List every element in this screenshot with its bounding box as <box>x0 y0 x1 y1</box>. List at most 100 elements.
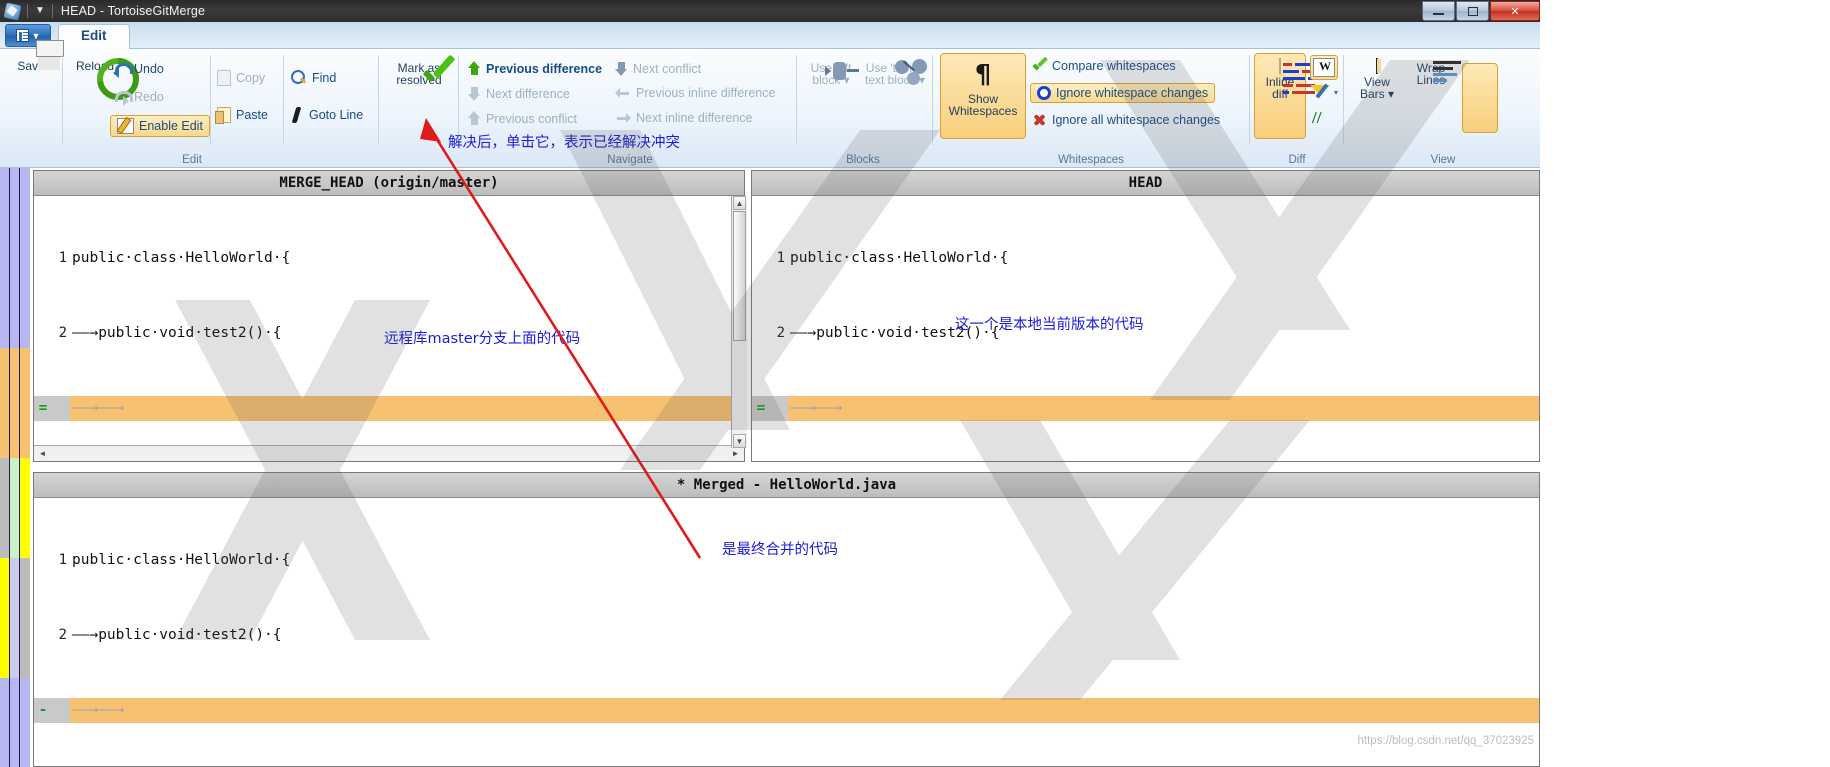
line-number: 1 <box>752 246 788 271</box>
annotation-left-pane: 远程库master分支上面的代码 <box>384 331 581 347</box>
code-line[interactable]: 1 public·class·HelloWorld·{ <box>34 246 744 271</box>
previous-difference-button[interactable]: Previous difference <box>468 61 602 76</box>
show-whitespaces-button[interactable]: ¶ Show Whitespaces <box>940 53 1026 139</box>
watermark-credit: https://blog.csdn.net/qq_37023925 <box>1357 735 1534 747</box>
view-bars-icon <box>1376 58 1378 74</box>
line-text: public·class·HelloWorld·{ <box>72 250 291 266</box>
chevron-down-icon: ▼ <box>31 30 41 41</box>
compare-whitespaces-button[interactable]: Compare whitespaces <box>1032 59 1176 73</box>
line-text: ——→——→ <box>72 702 125 718</box>
undo-button[interactable]: Undo <box>113 61 164 78</box>
chevron-down-icon[interactable]: ▼ <box>35 6 45 16</box>
pane-merged: * Merged - HelloWorld.java 1 public·clas… <box>33 472 1540 767</box>
maximize-button[interactable] <box>1456 1 1489 21</box>
save-button[interactable]: Save <box>2 57 60 73</box>
arrow-left-icon <box>615 88 631 99</box>
vertical-scrollbar-left[interactable]: ▲ ▼ <box>731 196 747 448</box>
line-text: public·class·HelloWorld·{ <box>790 250 1009 266</box>
line-marker: - <box>38 702 48 718</box>
use-theirs-text-block-button: Use 'theirs' text block ▾ <box>860 59 930 87</box>
redo-icon <box>113 89 133 106</box>
compare-whitespaces-label: Compare whitespaces <box>1052 59 1176 73</box>
inline-diff-button[interactable]: Inline diff <box>1254 53 1315 139</box>
undo-label: Undo <box>134 61 164 76</box>
mark-as-resolved-button[interactable]: Mark as resolved <box>386 59 452 87</box>
ribbon-group-whitespaces: ¶ Show Whitespaces Compare whitespaces I… <box>936 49 1246 168</box>
ribbon: Save Reload Undo Redo Enable Edit Copy P… <box>0 49 1540 168</box>
scroll-right-icon[interactable]: ► <box>729 447 742 460</box>
diff-words-button[interactable] <box>1310 55 1338 80</box>
close-icon-2 <box>1032 113 1047 127</box>
pane-title-head: HEAD <box>752 171 1539 196</box>
ignore-whitespace-changes-label: Ignore whitespace changes <box>1056 86 1209 100</box>
window-controls: ✕ <box>1421 1 1540 21</box>
annotation-right-pane: 这一个是本地当前版本的代码 <box>955 317 1144 333</box>
next-inline-difference-button: Next inline difference <box>615 111 753 125</box>
enable-edit-icon <box>117 118 134 134</box>
copy-icon <box>217 70 231 86</box>
line-text: ——→public·void·test2()·{ <box>790 325 1000 341</box>
pilcrow-icon: ¶ <box>974 60 992 90</box>
next-difference-button: Next difference <box>468 86 570 101</box>
enable-edit-button[interactable]: Enable Edit <box>110 115 210 137</box>
next-conflict-button: Next conflict <box>615 61 701 76</box>
line-marker: = <box>756 400 766 416</box>
enable-edit-label: Enable Edit <box>139 119 203 133</box>
scroll-down-icon[interactable]: ▼ <box>733 434 746 448</box>
arrow-up-icon <box>468 61 481 76</box>
view-bars-button[interactable]: View Bars ▾ <box>1350 58 1404 101</box>
diff-slash-button[interactable]: // <box>1312 109 1321 127</box>
close-button[interactable]: ✕ <box>1490 1 1540 21</box>
code-line-conflict[interactable]: = ——→——→ <box>752 396 1539 421</box>
line-text: ——→public·void·test2()·{ <box>72 627 282 643</box>
chevron-down-icon-2: ▾ <box>1334 88 1339 97</box>
tortoise-icon <box>3 2 22 20</box>
code-line-conflict[interactable]: = ——→——→ <box>34 396 744 421</box>
goto-line-button[interactable]: Goto Line <box>291 107 363 123</box>
next-inline-difference-label: Next inline difference <box>636 111 753 125</box>
scrollbar-thumb[interactable] <box>733 211 746 341</box>
minimize-button[interactable] <box>1422 1 1455 21</box>
code-line[interactable]: 1 public·class·HelloWorld·{ <box>752 246 1539 271</box>
document-icon <box>15 29 29 42</box>
window-title: HEAD - TortoiseGitMerge <box>60 4 206 18</box>
title-bar: ▼ HEAD - TortoiseGitMerge ✕ <box>0 0 1540 22</box>
view-extra-button[interactable] <box>1462 63 1498 133</box>
copy-label: Copy <box>236 71 266 85</box>
tortoisegitmerge-window: ▼ HEAD - TortoiseGitMerge ✕ ▼ Edit Save <box>0 0 1540 767</box>
line-marker: = <box>38 400 48 416</box>
diff-marker-button[interactable]: ▾ <box>1310 83 1338 102</box>
scroll-up-icon[interactable]: ▲ <box>733 196 746 210</box>
inline-diff-label-2: diff <box>1272 87 1288 101</box>
previous-inline-difference-label: Previous inline difference <box>636 86 776 100</box>
code-line-conflict[interactable]: - ——→——→ <box>34 698 1539 723</box>
next-difference-label: Next difference <box>486 86 570 101</box>
word-diff-icon <box>1313 58 1335 77</box>
line-text: ——→——→ <box>72 400 125 416</box>
wrap-lines-button[interactable]: Wrap Lines <box>1404 59 1461 87</box>
paste-icon <box>215 107 231 124</box>
ignore-whitespace-changes-button[interactable]: Ignore whitespace changes <box>1030 83 1216 103</box>
next-conflict-label: Next conflict <box>633 61 702 76</box>
use-left-block-button: Use left block ▾ <box>802 59 860 87</box>
search-icon <box>291 70 307 86</box>
maximize-icon <box>1467 6 1478 16</box>
find-label: Find <box>312 71 337 85</box>
paste-button[interactable]: Paste <box>215 107 268 124</box>
tab-edit[interactable]: Edit <box>58 24 130 49</box>
check-icon-2 <box>1032 59 1047 73</box>
code-head[interactable]: 1 public·class·HelloWorld·{ 2 ——→public·… <box>752 196 1539 461</box>
close-icon: ✕ <box>1510 5 1520 18</box>
previous-conflict-label: Previous conflict <box>486 111 578 126</box>
ignore-all-whitespace-changes-button[interactable]: Ignore all whitespace changes <box>1032 113 1220 127</box>
horizontal-scrollbar-left[interactable]: ◄ ► <box>34 445 744 461</box>
previous-inline-difference-button: Previous inline difference <box>615 86 775 100</box>
code-line[interactable]: 2 ——→public·void·test2()·{ <box>752 321 1539 346</box>
find-button[interactable]: Find <box>291 70 336 86</box>
scroll-left-icon[interactable]: ◄ <box>36 447 49 460</box>
highlighter-icon <box>1310 83 1332 102</box>
line-number: 1 <box>34 548 70 573</box>
code-line[interactable]: 2 ——→public·void·test2()·{ <box>34 623 1539 648</box>
line-text: ——→——→ <box>790 400 843 416</box>
diff-overview-bar[interactable] <box>0 168 30 767</box>
